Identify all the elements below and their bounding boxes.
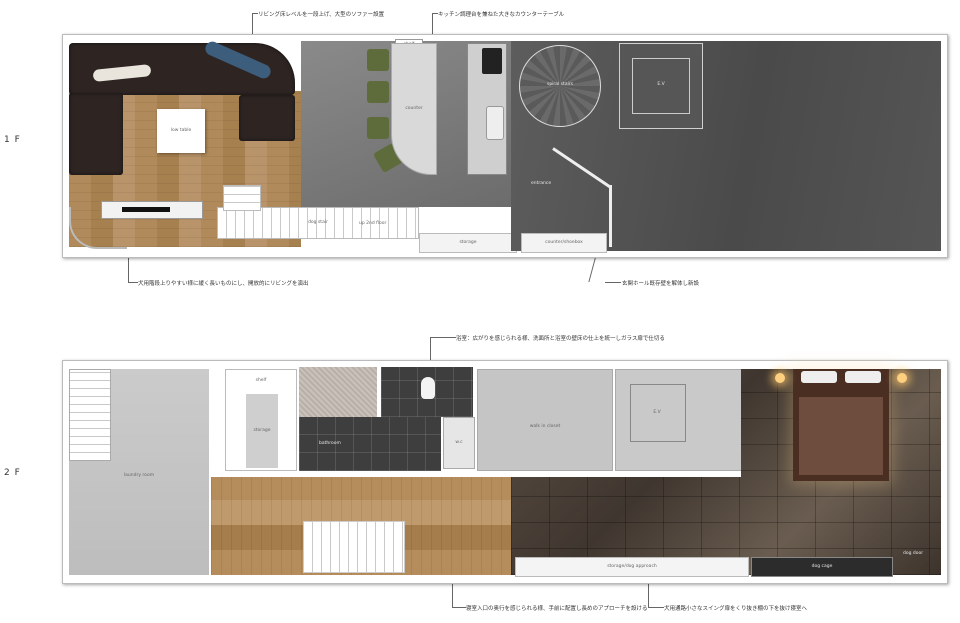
- stairs-2f: [69, 369, 111, 461]
- elevator-2f: E.V: [615, 369, 747, 471]
- stair-opening: [303, 521, 405, 573]
- floor-plan-2f: laundry room shelf storage bathroom w.c …: [62, 360, 948, 584]
- wc-basin: w.c: [443, 417, 475, 469]
- storage-dog-approach: storage/dog approach: [515, 557, 749, 577]
- leader-line: [252, 13, 258, 14]
- note-2f-bedroom-approach: 寝室入口の奥行を感じられる様、手前に配置し長めのアプローチを設ける: [466, 606, 648, 612]
- spiral-stairs: spiral stairs: [519, 45, 601, 127]
- stool: [367, 117, 389, 139]
- storage: storage: [419, 233, 517, 253]
- dog-door-label: dog door: [903, 551, 924, 556]
- dog-stair: dog stair: [217, 207, 419, 239]
- elevator-label: E.V: [657, 82, 665, 87]
- leader-line: [452, 607, 466, 608]
- note-2f-dog-door: 犬用通路小さなスイング扉をくり抜き棚の下を抜け寝室へ: [664, 606, 808, 612]
- storage-dog-approach-label: storage/dog approach: [607, 564, 657, 569]
- bed-cover: [799, 397, 883, 475]
- walk-in-closet-label: walk in closet: [529, 424, 561, 429]
- shelf-label-2f: shelf: [255, 378, 267, 383]
- pillow: [845, 371, 881, 383]
- dog-stair-label: dog stair: [308, 220, 328, 225]
- counter-label: counter: [405, 106, 423, 111]
- stove-icon: [482, 48, 502, 74]
- floor-label-1f: 1 F: [4, 135, 21, 145]
- stool: [367, 81, 389, 103]
- pillow: [801, 371, 837, 383]
- toilet-icon: [421, 377, 435, 399]
- note-1f-entrance-hall: 玄関ホール既存壁を解体し新設: [622, 281, 700, 287]
- note-2f-bathroom: 浴室：広がりを感じられる様、洗面所と浴室の壁床の仕上を統一しガラス扉で仕切る: [456, 336, 665, 342]
- leader-line: [605, 282, 621, 283]
- bathroom-label: bathroom: [319, 441, 341, 446]
- dog-cage: dog cage: [751, 557, 893, 577]
- counter-table: counter: [391, 43, 437, 175]
- shoebox-label: counter/shoebox: [545, 240, 583, 245]
- walk-in-closet: walk in closet: [477, 369, 613, 471]
- bathroom: bathroom: [299, 417, 441, 471]
- wc-room: [381, 367, 473, 417]
- storage-label: storage: [459, 240, 477, 245]
- leader-line: [648, 584, 649, 607]
- shoebox-counter: counter/shoebox: [521, 233, 607, 253]
- bathtub-area: [299, 367, 377, 417]
- storage-box: storage: [246, 394, 278, 468]
- sofa-right: [239, 95, 295, 141]
- shelf-storage: shelf storage: [225, 369, 297, 471]
- stool: [367, 49, 389, 71]
- leader-line: [430, 337, 456, 338]
- low-table-label: low table: [170, 128, 192, 133]
- leader-line: [128, 256, 129, 282]
- floor-label-2f: 2 F: [4, 468, 21, 478]
- kitchen-counter: [467, 43, 507, 175]
- elevator: E.V: [619, 43, 703, 129]
- leader-line: [648, 607, 664, 608]
- up-2nd-floor-label: up 2nd floor: [359, 221, 387, 226]
- entrance-label: entrance: [531, 181, 552, 186]
- laundry-room-label: laundry room: [123, 473, 155, 478]
- wc-label: w.c: [455, 440, 463, 445]
- dog-cage-label: dog cage: [811, 564, 833, 569]
- spiral-stairs-label: spiral stairs: [546, 82, 574, 87]
- leader-line: [128, 282, 138, 283]
- floor-plan-1f: low table dog stair up 2nd floor shelf c…: [62, 34, 948, 258]
- entrance-wall: [609, 185, 612, 247]
- leader-line: [432, 13, 438, 14]
- note-1f-living-sofa: リビング床レベルを一段上げ、大型のソファー設置: [258, 12, 385, 18]
- sofa-left: [69, 93, 123, 175]
- storage-label-2f: storage: [253, 428, 271, 433]
- sink-icon: [486, 106, 504, 140]
- low-table: low table: [157, 109, 205, 153]
- lamp-icon: [897, 373, 907, 383]
- note-1f-dog-stair: 犬用階段上りやすい様に緩く長いものにし、開放的にリビングを演出: [138, 281, 309, 287]
- lamp-icon: [775, 373, 785, 383]
- bed: [793, 369, 889, 481]
- tv-icon: [122, 207, 170, 212]
- leader-line: [452, 584, 453, 607]
- note-1f-kitchen-counter: キッチン調理台を兼ねた大きなカウンターテーブル: [438, 12, 565, 18]
- elevator-label-2f: E.V: [653, 410, 661, 415]
- stair-landing: [223, 185, 261, 211]
